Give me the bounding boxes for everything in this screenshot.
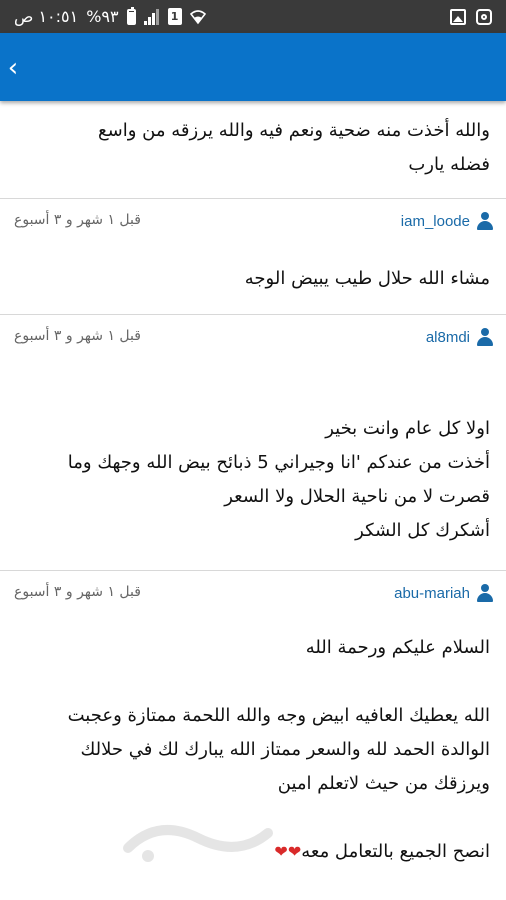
status-bar: ١٠:٥١ ص %٩٣ 1 <box>0 0 506 33</box>
post-body: والله أخذت منه ضحية ونعم فيه والله يرزقه… <box>98 120 490 175</box>
wifi-icon <box>189 9 206 25</box>
comment-timestamp: قبل ١ شهر و ٣ أسبوع <box>14 584 141 600</box>
comment-header: abu-mariah قبل ١ شهر و ٣ أسبوع <box>0 571 506 613</box>
comment-text: اولا كل عام وانت بخير أخذت من عندكم 'انا… <box>67 418 490 541</box>
status-time: ١٠:٥١ ص <box>14 7 79 26</box>
user-icon <box>476 328 494 346</box>
comment-text: مشاء الله حلال طيب يبيض الوجه <box>244 268 490 289</box>
author-name[interactable]: iam_loode <box>401 213 470 230</box>
comment-text: السلام عليكم ورحمة الله الله يعطيك العاف… <box>0 631 506 869</box>
comment-header: al8mdi قبل ١ شهر و ٣ أسبوع <box>0 315 506 357</box>
author-name[interactable]: al8mdi <box>426 329 470 346</box>
comments-feed[interactable]: والله أخذت منه ضحية ونعم فيه والله يرزقه… <box>0 101 506 900</box>
back-button[interactable]: ‹ <box>2 53 24 83</box>
app-header: ‹ <box>0 33 506 101</box>
author-name[interactable]: abu-mariah <box>394 585 470 602</box>
battery-percent: %٩٣ <box>86 7 119 26</box>
comment-author[interactable]: abu-mariah <box>394 584 494 602</box>
user-icon <box>476 584 494 602</box>
status-bar-left: ١٠:٥١ ص %٩٣ 1 <box>14 0 206 33</box>
sim-icon: 1 <box>167 8 182 25</box>
comment-item: abu-mariah قبل ١ شهر و ٣ أسبوع السلام عل… <box>0 571 506 869</box>
status-bar-right <box>450 0 492 33</box>
comment-timestamp: قبل ١ شهر و ٣ أسبوع <box>14 212 141 228</box>
gallery-icon <box>450 8 466 25</box>
heart-icon: ❤❤ <box>274 842 302 861</box>
comment-header: iam_loode قبل ١ شهر و ٣ أسبوع <box>0 199 506 241</box>
comment-item: iam_loode قبل ١ شهر و ٣ أسبوع مشاء الله … <box>0 199 506 314</box>
instagram-icon <box>476 8 492 25</box>
comment-author[interactable]: iam_loode <box>401 212 494 230</box>
user-icon <box>476 212 494 230</box>
comment-text-body: السلام عليكم ورحمة الله الله يعطيك العاف… <box>67 637 490 862</box>
comment-timestamp: قبل ١ شهر و ٣ أسبوع <box>14 328 141 344</box>
signal-icon <box>143 8 160 25</box>
battery-icon <box>126 6 136 25</box>
comment-author[interactable]: al8mdi <box>426 328 494 346</box>
comment-item: al8mdi قبل ١ شهر و ٣ أسبوع اولا كل عام و… <box>0 315 506 570</box>
